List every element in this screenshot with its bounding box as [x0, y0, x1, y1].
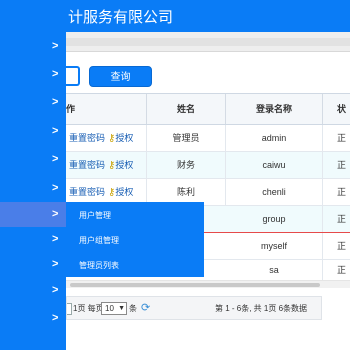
row-ops: 重置密码 ⚷授权 [66, 152, 147, 178]
search-button[interactable]: 查询 [89, 66, 152, 87]
chevron-right-icon[interactable]: > [52, 284, 58, 296]
menu-item-user-management[interactable]: 用户管理 [79, 210, 111, 221]
menu-item-user-group-management[interactable]: 用户组管理 [79, 235, 119, 246]
table-header: 作 姓名 登录名称 状 [66, 94, 350, 125]
page-size-value: 10 [105, 304, 114, 313]
table-row[interactable]: 重置密码 ⚷授权 财务 caiwu 正 [66, 152, 350, 179]
pager-prefix: 1页 每页 [73, 304, 104, 313]
cell-status: 正 [337, 214, 347, 224]
chevron-right-icon[interactable]: > [52, 96, 58, 108]
cell-login: myself [226, 233, 323, 259]
company-title: 计服务有限公司 [68, 9, 174, 26]
cell-status: 正 [337, 241, 347, 251]
cell-login: chenli [226, 179, 323, 205]
cell-login: admin [226, 125, 323, 151]
table-row[interactable]: 重置密码 ⚷授权 管理员 admin 正 [66, 125, 350, 152]
column-header-login[interactable]: 登录名称 [226, 94, 323, 124]
horizontal-scrollbar[interactable] [66, 280, 350, 288]
page-number-input[interactable] [67, 303, 72, 315]
reset-password-link[interactable]: 重置密码 [69, 133, 105, 143]
pager-suffix: 条 [129, 304, 137, 313]
authorize-link[interactable]: 授权 [115, 187, 133, 197]
reset-password-link[interactable]: 重置密码 [69, 160, 105, 170]
pagination-bar: 1页 每页 10 ▼ 条 ⟳ 第 1 - 6条, 共 1页 6条数据 [66, 296, 322, 320]
authorize-link[interactable]: 授权 [115, 160, 133, 170]
cell-login: caiwu [226, 152, 323, 178]
chevron-right-icon[interactable]: > [52, 40, 58, 52]
reset-password-link[interactable]: 重置密码 [69, 187, 105, 197]
nav-band-stripe [66, 38, 350, 46]
pager-summary: 第 1 - 6条, 共 1页 6条数据 [215, 304, 308, 313]
authorize-link[interactable]: 授权 [115, 133, 133, 143]
cell-name: 管理员 [147, 125, 226, 151]
column-header-status[interactable]: 状 [323, 94, 350, 124]
chevron-right-icon[interactable]: > [52, 258, 58, 270]
cell-status: 正 [337, 160, 347, 170]
chevron-right-icon[interactable]: > [52, 182, 58, 194]
refresh-icon[interactable]: ⟳ [141, 302, 153, 314]
nav-band [66, 32, 350, 52]
chevron-right-icon[interactable]: > [52, 68, 58, 80]
sidebar: > > > > > > > > [0, 32, 66, 350]
cell-login: group [226, 206, 323, 232]
submenu-flyout: > > > 用户管理 用户组管理 管理员列表 [0, 202, 204, 277]
search-input[interactable] [66, 66, 80, 86]
chevron-right-icon[interactable]: > [52, 208, 58, 220]
menu-item-admin-list[interactable]: 管理员列表 [79, 260, 119, 271]
column-header-name[interactable]: 姓名 [147, 94, 226, 124]
scrollbar-thumb[interactable] [70, 283, 320, 287]
column-header-ops[interactable]: 作 [66, 94, 147, 124]
chevron-down-icon: ▼ [118, 305, 125, 312]
chevron-right-icon[interactable]: > [52, 153, 58, 165]
chevron-right-icon[interactable]: > [52, 312, 58, 324]
cell-status: 正 [337, 133, 347, 143]
chevron-right-icon[interactable]: > [52, 125, 58, 137]
cell-status: 正 [337, 187, 347, 197]
row-ops: 重置密码 ⚷授权 [66, 125, 147, 151]
app-header: 计服务有限公司 [0, 0, 350, 32]
chevron-right-icon[interactable]: > [52, 233, 58, 245]
cell-name: 财务 [147, 152, 226, 178]
page-size-select[interactable]: 10 ▼ [101, 302, 127, 315]
